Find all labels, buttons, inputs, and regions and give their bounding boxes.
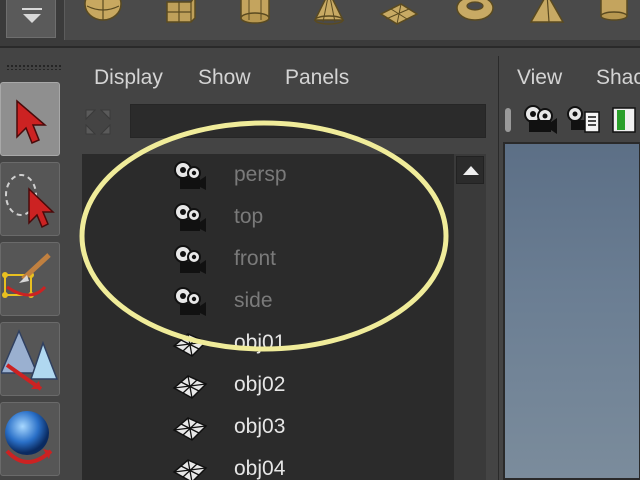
filter-icon[interactable] [82, 106, 114, 138]
move-icon [0, 329, 59, 391]
outliner-list: persp top front side obj01 obj02 obj03 obj04 [82, 154, 486, 480]
top-shelf [0, 0, 640, 48]
cone-icon[interactable] [309, 0, 349, 26]
scroll-up-button[interactable] [456, 156, 484, 184]
outliner-item-top[interactable]: top [82, 198, 452, 240]
outliner-item-side[interactable]: side [82, 282, 452, 324]
outliner-item-obj01[interactable]: obj01 [82, 324, 452, 366]
viewport-toolbar [499, 100, 640, 140]
outliner-item-persp[interactable]: persp [82, 156, 452, 198]
outliner-item-label: obj04 [234, 457, 286, 480]
rotate-tool-button[interactable] [0, 402, 60, 476]
outliner-panel: Display Show Panels persp top front side obj… [74, 56, 492, 480]
toolbox-grip[interactable] [6, 64, 62, 70]
viewport-menubar: View Shac [499, 56, 640, 100]
menu-show[interactable]: Show [198, 66, 251, 90]
move-tool-button[interactable] [0, 322, 60, 396]
camera-icon [174, 245, 206, 274]
viewport-canvas[interactable] [503, 142, 640, 480]
lasso-icon [5, 174, 55, 229]
select-tool-button[interactable] [0, 82, 60, 156]
lasso-tool-button[interactable] [0, 162, 60, 236]
outliner-search-input[interactable] [130, 104, 486, 138]
camera-icon [174, 287, 206, 316]
camera-icon [174, 161, 206, 190]
outliner-item-label: side [234, 289, 273, 312]
menu-panels[interactable]: Panels [285, 66, 349, 90]
torus-icon[interactable] [455, 0, 495, 26]
toolbox [0, 56, 66, 480]
shelf-menu-button[interactable] [6, 0, 56, 38]
toolbar-grip[interactable] [505, 108, 511, 132]
bookmark-icon[interactable] [611, 106, 640, 134]
cube-icon[interactable] [161, 0, 201, 26]
camera-icon[interactable] [523, 104, 557, 136]
outliner-item-obj03[interactable]: obj03 [82, 408, 452, 450]
cylinder-icon[interactable] [235, 0, 275, 26]
menu-shading[interactable]: Shac [596, 66, 640, 90]
outliner-item-label: obj01 [234, 331, 286, 354]
shelf-strip [64, 0, 640, 40]
menu-bar-line [22, 8, 42, 10]
outliner-item-label: persp [234, 163, 287, 186]
camera-attributes-icon[interactable] [567, 104, 601, 136]
outliner-item-label: front [234, 247, 277, 270]
outliner-item-label: obj02 [234, 373, 286, 396]
chevron-down-icon [23, 14, 41, 23]
menu-display[interactable]: Display [94, 66, 163, 90]
outliner-search-row [74, 100, 492, 142]
brush-icon [2, 253, 51, 298]
mesh-icon [172, 333, 208, 357]
outliner-item-label: obj03 [234, 415, 286, 438]
pipe-icon[interactable] [595, 0, 635, 26]
outliner-item-label: top [234, 205, 264, 228]
mesh-icon [172, 417, 208, 441]
outliner-item-front[interactable]: front [82, 240, 452, 282]
outliner-scrollbar[interactable] [454, 154, 486, 480]
outliner-item-obj04[interactable]: obj04 [82, 450, 452, 480]
arrow-up-icon [463, 166, 479, 175]
plane-icon[interactable] [379, 0, 419, 26]
arrow-cursor-icon [16, 99, 48, 144]
mesh-icon [172, 459, 208, 480]
sphere-icon[interactable] [83, 0, 123, 26]
pyramid-icon[interactable] [527, 0, 567, 26]
camera-icon [174, 203, 206, 232]
outliner-item-obj02[interactable]: obj02 [82, 366, 452, 408]
outliner-menubar: Display Show Panels [74, 56, 492, 100]
menu-view[interactable]: View [517, 66, 562, 90]
viewport-panel: View Shac [498, 56, 640, 480]
paint-select-tool-button[interactable] [0, 242, 60, 316]
mesh-icon [172, 375, 208, 399]
rotate-sphere-icon [5, 411, 53, 464]
